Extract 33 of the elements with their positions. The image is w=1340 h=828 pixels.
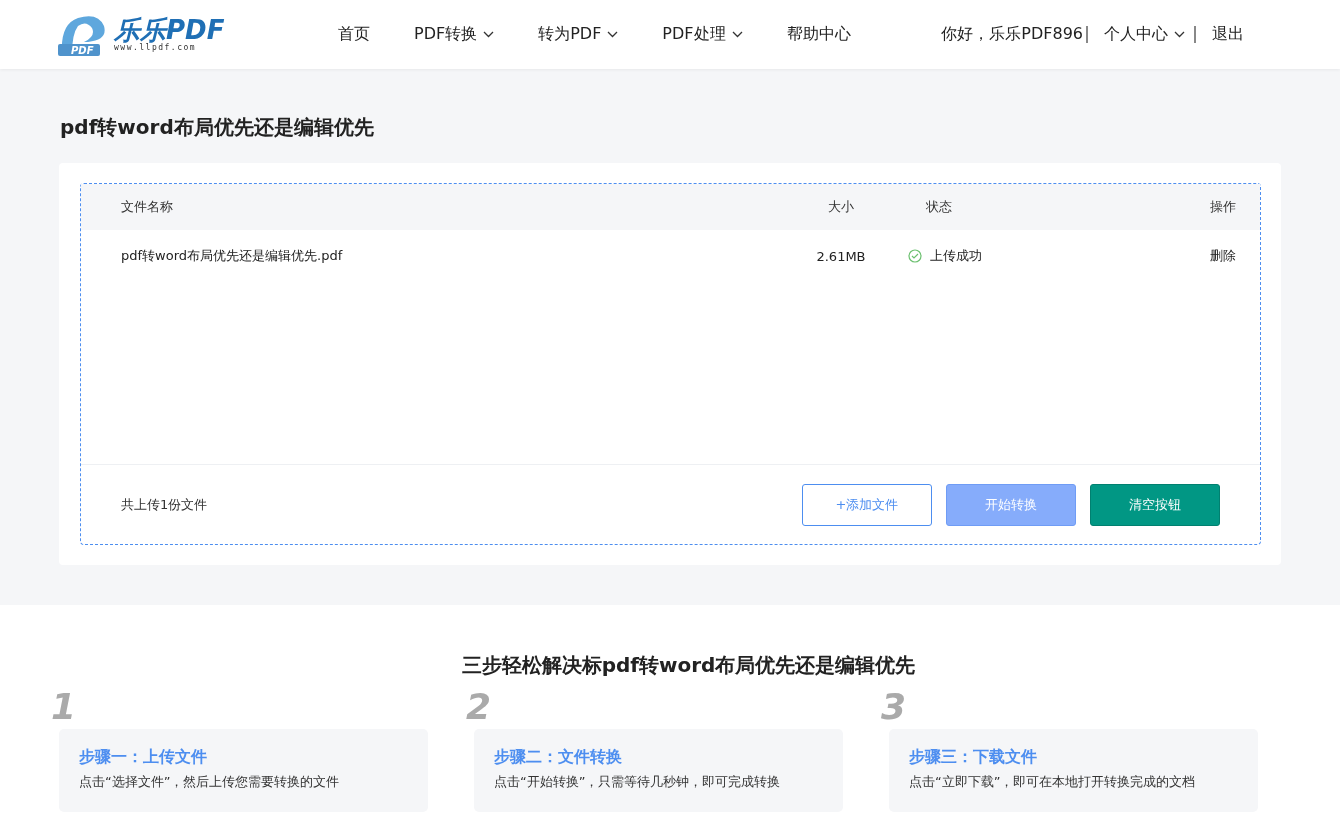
file-name: pdf转word布局优先还是编辑优先.pdf [121,247,344,265]
step-description: 点击“开始转换”，只需等待几秒钟，即可完成转换 [494,773,782,791]
step-title: 步骤二：文件转换 [494,746,623,768]
step-title: 步骤一：上传文件 [79,746,208,768]
nav-link[interactable]: PDF转换 [392,24,517,45]
column-header: 操作 [1209,198,1236,216]
nav-link[interactable]: 转为PDF [516,24,641,45]
logout-link[interactable]: 退出 [1204,24,1244,45]
nav-link[interactable]: PDF处理 [640,24,765,45]
steps-title: 三步轻松解决标pdf转word布局优先还是编辑优先 [460,652,917,679]
check-circle-icon [908,249,922,263]
step-description: 点击“立即下载”，即可在本地打开转换完成的文档 [909,773,1197,791]
greeting-text: 你好，乐乐PDF896 [941,24,1083,45]
page-title: pdf转word布局优先还是编辑优先 [60,114,375,141]
action-button[interactable]: 清空按钮 [1090,483,1220,526]
logo-url: www.llpdf.com [114,43,198,52]
nav-link[interactable]: 帮助中心 [764,24,873,45]
file-size: 2.61MB [816,248,866,264]
logo-text: 乐乐PDF [114,17,225,43]
column-header: 大小 [828,198,854,216]
column-header: 状态 [926,198,953,216]
upload-summary: 共上传1份文件 [121,495,208,514]
nav-link[interactable]: 首页 [316,24,392,45]
step-number: 2 [466,689,492,725]
step-description: 点击“选择文件”，然后上传您需要转换的文件 [79,773,341,791]
step-number: 1 [51,689,77,725]
delete-link[interactable]: 删除 [1176,247,1236,265]
column-header: 文件名称 [121,198,174,216]
chevron-down-icon [1174,31,1185,38]
step-title: 步骤三：下载文件 [909,746,1038,768]
status-text: 上传成功 [930,247,982,265]
account-menu[interactable]: 个人中心 [1096,24,1191,45]
step-number: 3 [881,689,907,725]
